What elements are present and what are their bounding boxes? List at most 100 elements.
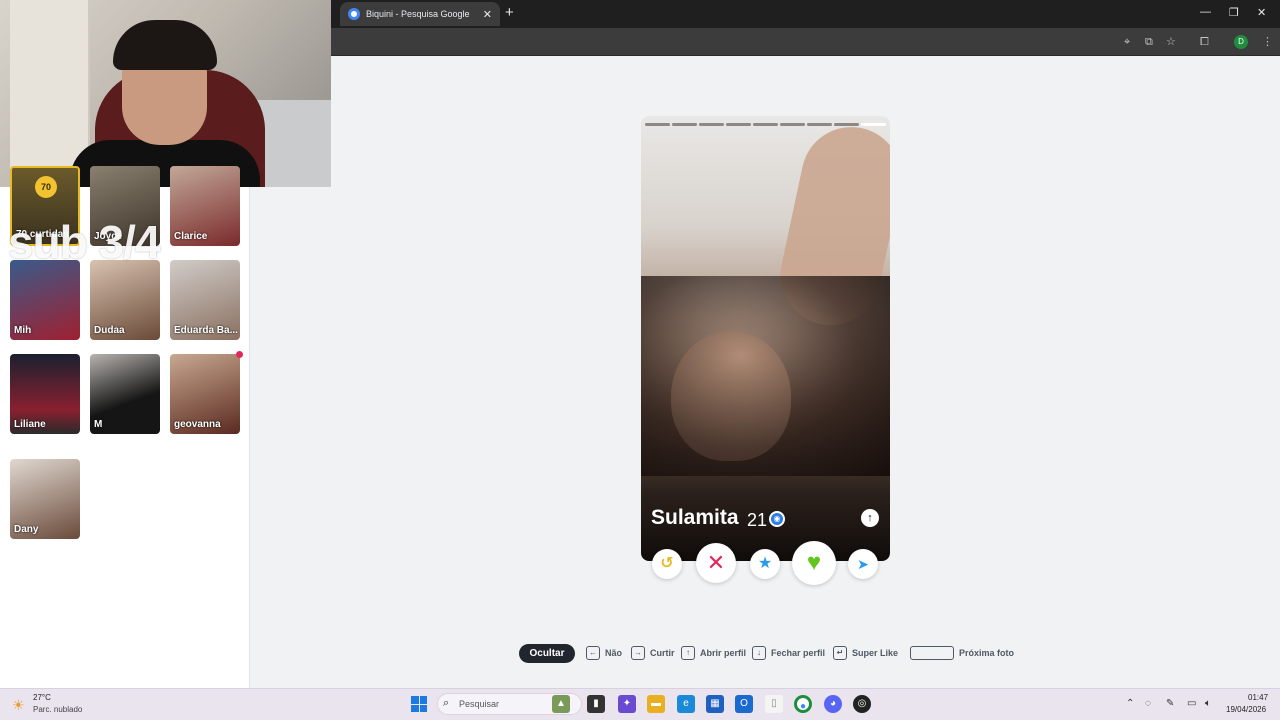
search-icon: ⌕: [443, 697, 450, 709]
hint-label: Fechar perfil: [771, 648, 826, 658]
clock-date[interactable]: 19/04/2026: [1226, 705, 1266, 714]
likes-card[interactable]: 70 70 curtidas: [10, 166, 80, 246]
photo-progress-segment[interactable]: [861, 123, 886, 126]
hint-label: Curtir: [650, 648, 675, 658]
photo-progress-segment[interactable]: [780, 123, 805, 126]
likes-count-badge: 70: [35, 176, 57, 198]
rewind-button[interactable]: ↺: [652, 549, 682, 579]
profile-avatar[interactable]: D: [1234, 35, 1248, 49]
photo-progress-segment[interactable]: [726, 123, 751, 126]
location-icon[interactable]: ⌖: [1124, 35, 1130, 49]
super-like-button[interactable]: ★: [750, 549, 780, 579]
match-name: Joyce: [94, 231, 123, 242]
match-card[interactable]: Joyce: [90, 166, 160, 246]
weather-temperature[interactable]: 27°C: [33, 693, 51, 702]
chrome-icon[interactable]: ●: [794, 695, 812, 713]
weather-description[interactable]: Parc. nublado: [33, 705, 82, 714]
space-key-icon: [910, 646, 954, 660]
windows-taskbar: [0, 688, 1280, 720]
hint-next-photo: Próxima foto: [910, 646, 1014, 660]
match-name: Eduarda Ba...: [174, 325, 238, 336]
match-card[interactable]: Mih: [10, 260, 80, 340]
nope-button[interactable]: ✕: [696, 543, 736, 583]
down-arrow-key-icon: ↓: [752, 646, 766, 660]
match-card[interactable]: Clarice: [170, 166, 240, 246]
webcam-overlay: [0, 0, 331, 187]
photo-progress-segment[interactable]: [699, 123, 724, 126]
bookmark-star-icon[interactable]: ☆: [1166, 35, 1176, 49]
photo-progress-bar: [645, 123, 886, 126]
extensions-icon[interactable]: ⧠: [1200, 35, 1209, 49]
hint-no: ← Não: [586, 646, 622, 660]
network-icon[interactable]: ◌: [1145, 698, 1151, 709]
boost-button[interactable]: ➤: [848, 549, 878, 579]
match-name: geovanna: [174, 419, 221, 430]
camera-verified-icon: ◉: [769, 511, 785, 527]
match-card[interactable]: Dudaa: [90, 260, 160, 340]
minimize-button[interactable]: —: [1200, 6, 1211, 18]
profile-photo-hair: [641, 276, 890, 476]
tab-close-button[interactable]: ✕: [483, 8, 492, 21]
match-card[interactable]: M: [90, 354, 160, 434]
up-arrow-key-icon: ↑: [681, 646, 695, 660]
tab-google-search[interactable]: Biquini - Pesquisa Google ✕: [340, 2, 500, 26]
new-match-dot: [236, 351, 243, 358]
pen-icon[interactable]: ✎: [1166, 698, 1174, 709]
discord-icon[interactable]: ◕: [824, 695, 842, 713]
match-card[interactable]: Eduarda Ba...: [170, 260, 240, 340]
photo-progress-segment[interactable]: [672, 123, 697, 126]
match-name: Liliane: [14, 419, 46, 430]
notepad-icon[interactable]: ▯: [765, 695, 783, 713]
outlook-icon[interactable]: O: [735, 695, 753, 713]
weather-icon[interactable]: ☀: [12, 697, 25, 714]
photo-progress-segment[interactable]: [807, 123, 832, 126]
photo-progress-segment[interactable]: [753, 123, 778, 126]
profile-card[interactable]: Sulamita 21 ◉ ↑: [641, 116, 890, 561]
photo-progress-segment[interactable]: [645, 123, 670, 126]
file-explorer-icon[interactable]: ▬: [647, 695, 665, 713]
task-view-icon[interactable]: ▮: [587, 695, 605, 713]
match-name: Clarice: [174, 231, 208, 242]
hint-open-profile: ↑ Abrir perfil: [681, 646, 746, 660]
match-name: M: [94, 419, 103, 430]
enter-key-icon: ↵: [833, 646, 847, 660]
clock-time[interactable]: 01:47: [1248, 693, 1268, 702]
hint-like: → Curtir: [631, 646, 675, 660]
open-profile-arrow-icon[interactable]: ↑: [861, 509, 879, 527]
hint-label: Abrir perfil: [700, 648, 747, 658]
menu-icon[interactable]: ⋮: [1262, 35, 1273, 49]
match-card[interactable]: Liliane: [10, 354, 80, 434]
install-app-icon[interactable]: ⧉: [1145, 35, 1153, 49]
hint-label: Próxima foto: [959, 648, 1015, 658]
tab-title: Biquini - Pesquisa Google: [366, 9, 470, 19]
copilot-icon[interactable]: ✦: [618, 695, 636, 713]
webcam-person-hair: [113, 20, 217, 70]
photo-progress-segment[interactable]: [834, 123, 859, 126]
close-window-button[interactable]: ✕: [1257, 6, 1266, 19]
profile-age: 21: [747, 510, 768, 530]
edge-icon[interactable]: e: [677, 695, 695, 713]
left-arrow-key-icon: ←: [586, 646, 600, 660]
display-icon[interactable]: ▭: [1187, 698, 1196, 709]
taskbar-search-placeholder: Pesquisar: [459, 699, 500, 709]
profile-name: Sulamita: [651, 506, 739, 529]
match-name: Mih: [14, 325, 32, 336]
restore-button[interactable]: ❐: [1229, 6, 1239, 19]
widgets-icon[interactable]: ▲: [552, 695, 570, 713]
volume-icon[interactable]: 🔈︎: [1205, 698, 1211, 709]
likes-label: 70 curtidas: [16, 229, 69, 240]
google-icon: [348, 8, 360, 20]
hint-close-profile: ↓ Fechar perfil: [752, 646, 825, 660]
match-card[interactable]: Dany: [10, 459, 80, 539]
store-icon[interactable]: ▦: [706, 695, 724, 713]
obs-icon[interactable]: ◎: [853, 695, 871, 713]
like-button[interactable]: ♥: [792, 541, 836, 585]
start-button[interactable]: [411, 696, 427, 712]
match-name: Dudaa: [94, 325, 125, 336]
hint-label: Super Like: [852, 648, 899, 658]
hide-hints-button[interactable]: Ocultar: [519, 644, 575, 663]
new-tab-button[interactable]: +: [505, 5, 514, 21]
match-name: Dany: [14, 524, 39, 535]
tray-expand-icon[interactable]: ⌃: [1126, 698, 1134, 709]
match-card[interactable]: geovanna: [170, 354, 240, 434]
